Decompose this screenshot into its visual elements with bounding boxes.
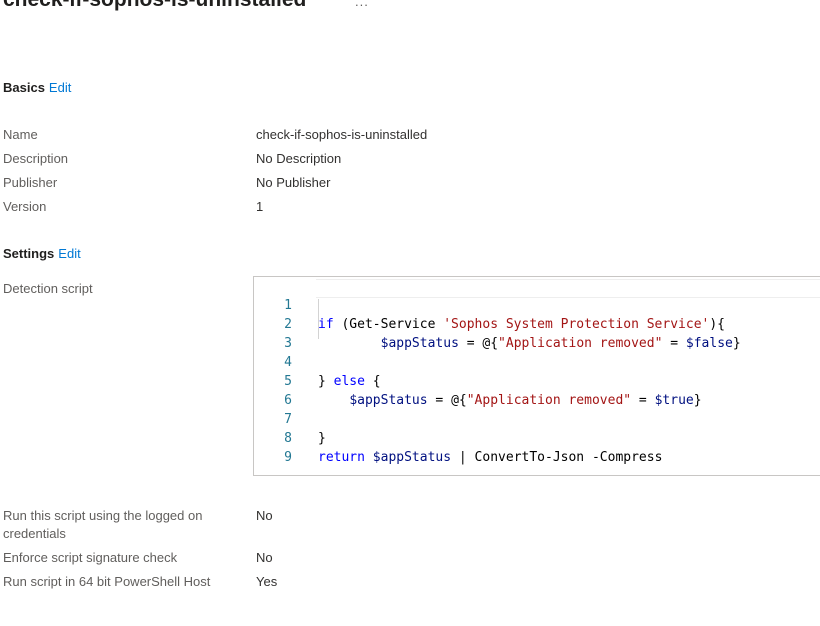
settings-edit-link[interactable]: Edit	[58, 246, 80, 261]
code-line: 4 } else {	[254, 334, 820, 389]
run-64bit-label: Run script in 64 bit PowerShell Host	[3, 574, 211, 589]
code-token: | ConvertTo-Json -Compress	[451, 450, 663, 465]
page-title: check-if-sophos-is-uninstalled	[3, 0, 306, 12]
code-line: 9	[254, 429, 820, 465]
run-as-logged-on-label: Run this script using the logged on cred…	[3, 508, 203, 541]
description-label: Description	[3, 151, 69, 166]
version-value: 1	[256, 199, 264, 214]
publisher-label: Publisher	[3, 175, 58, 190]
signature-check-label: Enforce script signature check	[3, 550, 178, 565]
more-options-icon[interactable]: ...	[355, 0, 369, 9]
code-line: 7 }	[254, 391, 820, 446]
code-line: 8 return $appStatus | ConvertTo-Json -Co…	[254, 410, 820, 465]
settings-heading-text: Settings	[3, 246, 55, 261]
code-line: 2 $appStatus = @{"Application removed" =…	[254, 296, 820, 351]
name-label: Name	[3, 127, 38, 142]
code-line: 3	[254, 315, 820, 351]
basics-heading-text: Basics	[3, 80, 45, 95]
settings-section-heading: Settings Edit	[3, 246, 81, 261]
code-line: 6	[254, 372, 820, 408]
basics-edit-link[interactable]: Edit	[49, 80, 71, 95]
name-value: check-if-sophos-is-uninstalled	[256, 127, 428, 142]
basics-section-heading: Basics Edit	[3, 80, 71, 95]
publisher-value: No Publisher	[256, 175, 331, 190]
detection-script-editor[interactable]: 1 if (Get-Service 'Sophos System Protect…	[253, 276, 820, 476]
description-value: No Description	[256, 151, 342, 166]
code-line: 1 if (Get-Service 'Sophos System Protect…	[254, 277, 820, 332]
code-token: return	[318, 450, 365, 465]
version-label: Version	[3, 199, 47, 214]
run-64bit-value: Yes	[256, 574, 278, 589]
signature-check-value: No	[256, 550, 273, 565]
run-as-logged-on-value: No	[256, 508, 273, 523]
line-number: 9	[284, 450, 292, 465]
detection-script-label: Detection script	[3, 281, 93, 296]
code-token: $appStatus	[372, 450, 452, 465]
app-properties-page: check-if-sophos-is-uninstalled ... Basic…	[0, 0, 820, 626]
code-line: 5 $appStatus = @{"Application removed" =…	[254, 353, 820, 408]
